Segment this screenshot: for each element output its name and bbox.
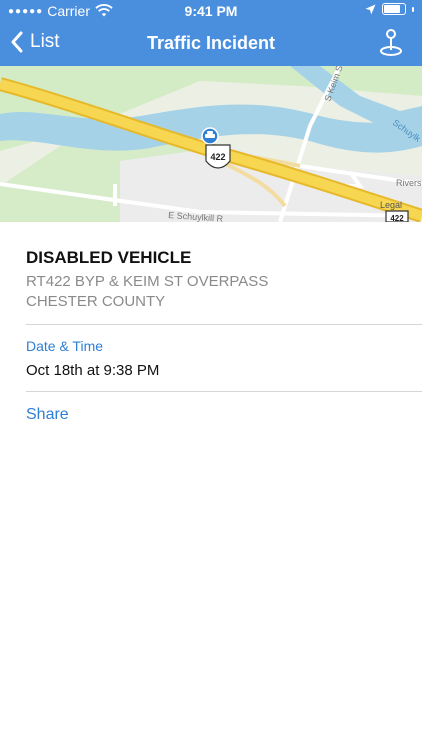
map-pin-button[interactable] <box>378 28 404 63</box>
map-pin-icon <box>380 29 402 56</box>
incident-location-line2: CHESTER COUNTY <box>26 293 166 310</box>
incident-details: DISABLED VEHICLE RT422 BYP & KEIM ST OVE… <box>26 248 422 424</box>
map-canvas: 422 422 S Keim St Rivers E Schuylkill R … <box>0 66 422 222</box>
legal-link[interactable]: Legal <box>380 200 402 210</box>
battery-icon <box>382 3 406 15</box>
divider <box>26 324 422 325</box>
battery-tip <box>412 6 414 12</box>
share-button[interactable]: Share <box>26 406 422 424</box>
route-shield-icon-2: 422 <box>385 210 409 222</box>
nav-bar: List Traffic Incident <box>0 22 422 66</box>
divider <box>26 391 422 392</box>
incident-location-line1: RT422 BYP & KEIM ST OVERPASS <box>26 273 269 290</box>
status-right <box>365 3 414 15</box>
status-bar: ●●●●● Carrier 9:41 PM <box>0 0 422 22</box>
status-time: 9:41 PM <box>184 3 238 19</box>
page-title: Traffic Incident <box>146 33 276 53</box>
route-shield-label-2: 422 <box>390 214 404 222</box>
incident-map[interactable]: 422 422 S Keim St Rivers E Schuylkill R … <box>0 66 422 222</box>
street-label-rivers: Rivers <box>396 178 422 188</box>
datetime-label: Date & Time <box>26 338 104 354</box>
header: ●●●●● Carrier 9:41 PM List Traffic Incid… <box>0 0 422 66</box>
datetime-value: Oct 18th at 9:38 PM <box>26 362 160 379</box>
route-shield-label: 422 <box>210 152 225 162</box>
route-shield-icon: 422 <box>205 144 231 169</box>
location-arrow-icon <box>365 4 376 14</box>
incident-type: DISABLED VEHICLE <box>26 248 192 267</box>
